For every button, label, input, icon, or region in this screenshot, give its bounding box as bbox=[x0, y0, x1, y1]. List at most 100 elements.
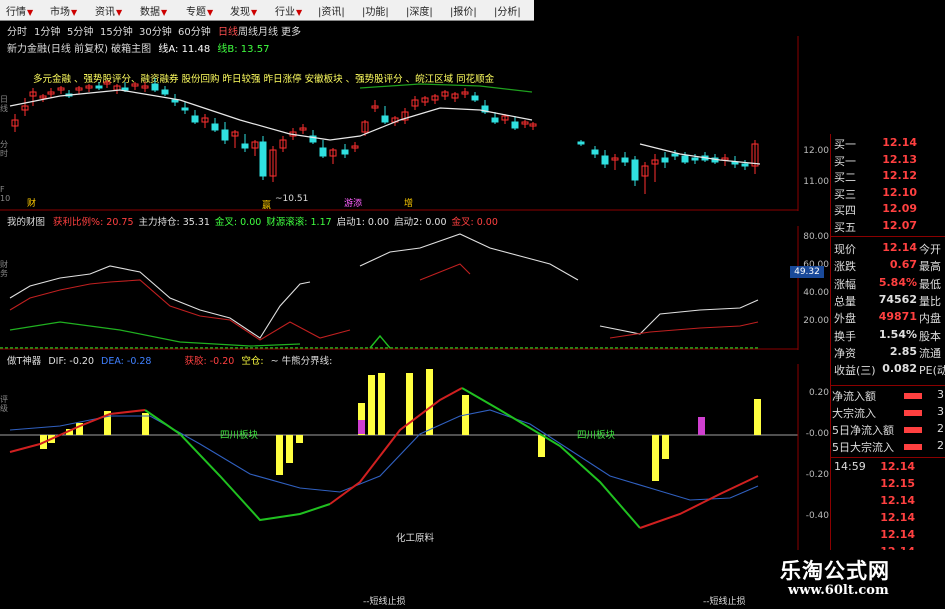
top-toolbar: 行情▼ 市场▼ 资讯▼ 数据▼ 专题▼ 发现▼ 行业▼ |资讯| |功能| |深… bbox=[0, 0, 534, 21]
stat-value: 0.082 bbox=[882, 362, 917, 376]
ind1-tick: 80.00 bbox=[803, 232, 829, 242]
cursor-value-badge: 49.32 bbox=[790, 266, 824, 278]
toolbar-item-function[interactable]: |功能| bbox=[362, 3, 389, 18]
trend-line bbox=[639, 475, 759, 529]
ind2-tick: -0.00 bbox=[805, 429, 829, 439]
flow-bar bbox=[904, 427, 922, 433]
flow-label: 净流入额 bbox=[832, 390, 876, 403]
bid-price: 12.14 bbox=[882, 136, 917, 149]
stat-tail-label: 最低 bbox=[919, 277, 941, 291]
toolbar-item-news[interactable]: 资讯▼ bbox=[95, 3, 122, 18]
macd-bar bbox=[358, 420, 365, 434]
stat-label: 外盘 bbox=[834, 312, 856, 326]
stat-value: 1.54% bbox=[878, 327, 917, 341]
macd-bar bbox=[426, 369, 433, 435]
candle-body bbox=[491, 117, 499, 123]
toolbar-item-market[interactable]: 市场▼ bbox=[50, 3, 77, 18]
candle-body bbox=[191, 115, 199, 123]
tick-price: 12.15 bbox=[880, 477, 915, 490]
bid-price: 12.12 bbox=[882, 169, 917, 182]
stat-label: 净资 bbox=[834, 346, 856, 360]
flow-bar bbox=[904, 444, 922, 450]
stat-label: 涨跌 bbox=[834, 260, 856, 274]
stat-tail-label: 今开 bbox=[919, 243, 941, 256]
candle-body bbox=[741, 163, 749, 167]
flow-tail: 2 bbox=[937, 422, 944, 435]
ind2-tick: 0.20 bbox=[808, 388, 829, 398]
divider bbox=[830, 457, 945, 458]
divider bbox=[830, 385, 945, 386]
tick-price: 12.14 bbox=[880, 494, 915, 507]
macd-bar bbox=[378, 373, 385, 435]
marker-zeng: 增 bbox=[404, 199, 414, 209]
marker-cai: 财 bbox=[27, 199, 37, 209]
indicator1-chart[interactable] bbox=[0, 226, 800, 350]
stat-label: 换手 bbox=[834, 329, 856, 343]
flow-tail: 2 bbox=[937, 439, 944, 452]
toolbar-item-data[interactable]: 数据▼ bbox=[140, 3, 167, 18]
stat-label: 总量 bbox=[834, 294, 856, 308]
candle-body bbox=[121, 87, 129, 91]
candle-body bbox=[95, 85, 103, 89]
candle-body bbox=[621, 157, 629, 163]
flow-tail: 3 bbox=[937, 405, 944, 418]
bid-price: 12.13 bbox=[882, 152, 917, 166]
toolbar-item-industry[interactable]: 行业▼ bbox=[275, 3, 302, 18]
macd-bar bbox=[754, 399, 761, 435]
candle-body bbox=[171, 99, 179, 103]
stat-value: 49871 bbox=[878, 310, 917, 324]
flow-bar bbox=[904, 393, 922, 399]
candle-body bbox=[691, 157, 699, 161]
low-price-label: ~10.51 bbox=[275, 194, 309, 204]
ind1-tick: 20.00 bbox=[803, 316, 829, 326]
stat-value: 74562 bbox=[878, 292, 917, 306]
toolbar-item-depth[interactable]: |深度| bbox=[406, 3, 433, 18]
toolbar-item-report[interactable]: |报价| bbox=[450, 3, 477, 18]
price-tick: 12.00 bbox=[803, 146, 829, 156]
stat-label: 收益(三) bbox=[834, 364, 876, 378]
candle-body bbox=[241, 143, 249, 149]
candle-body bbox=[601, 155, 609, 165]
macd-bar bbox=[276, 435, 283, 475]
trend-line bbox=[329, 387, 463, 505]
candle-body bbox=[341, 149, 349, 155]
stat-label: 涨幅 bbox=[834, 277, 856, 291]
indicator2-chart[interactable] bbox=[0, 364, 800, 609]
bid-label: 买二 bbox=[834, 171, 856, 184]
candle-body bbox=[161, 89, 169, 95]
stat-value: 0.67 bbox=[889, 258, 917, 272]
macd-bar bbox=[662, 435, 669, 459]
stat-value: 2.85 bbox=[889, 344, 917, 358]
bid-label: 买四 bbox=[834, 204, 856, 217]
macd-bar bbox=[368, 375, 375, 435]
tick-time: 14:59 bbox=[834, 460, 866, 473]
sector-label-chem: 化工原料 bbox=[396, 533, 435, 544]
toolbar-item-analysis[interactable]: |分析| bbox=[494, 3, 521, 18]
bid-price: 12.10 bbox=[882, 185, 917, 199]
stat-label: 现价 bbox=[834, 243, 856, 256]
macd-bar bbox=[538, 435, 545, 457]
stat-tail-label: 流通 bbox=[919, 346, 941, 360]
stat-tail-label: 内盘 bbox=[919, 312, 941, 326]
candle-body bbox=[681, 155, 689, 163]
tick-price: 12.14 bbox=[880, 460, 915, 473]
toolbar-item-info[interactable]: |资讯| bbox=[318, 3, 345, 18]
bid-label: 买一 bbox=[834, 138, 856, 151]
kline-chart[interactable] bbox=[0, 36, 800, 211]
macd-bar bbox=[296, 435, 303, 443]
bid-label: 买一 bbox=[834, 154, 856, 168]
flow-label: 大宗流入 bbox=[832, 407, 876, 420]
toolbar-item-quotes[interactable]: 行情▼ bbox=[6, 3, 33, 18]
candle-body bbox=[471, 95, 479, 101]
toolbar-item-topics[interactable]: 专题▼ bbox=[186, 3, 213, 18]
bid-label: 买三 bbox=[834, 187, 856, 201]
toolbar-item-discover[interactable]: 发现▼ bbox=[230, 3, 257, 18]
candle-body bbox=[631, 159, 639, 181]
macd-bar bbox=[698, 417, 705, 435]
stop-loss-left: --短线止损 bbox=[363, 597, 406, 607]
candle-body bbox=[661, 157, 669, 163]
flow-bar bbox=[904, 410, 922, 416]
divider bbox=[830, 236, 945, 237]
flow-label: 5日大宗流入 bbox=[832, 441, 894, 454]
candle-body bbox=[671, 153, 679, 157]
